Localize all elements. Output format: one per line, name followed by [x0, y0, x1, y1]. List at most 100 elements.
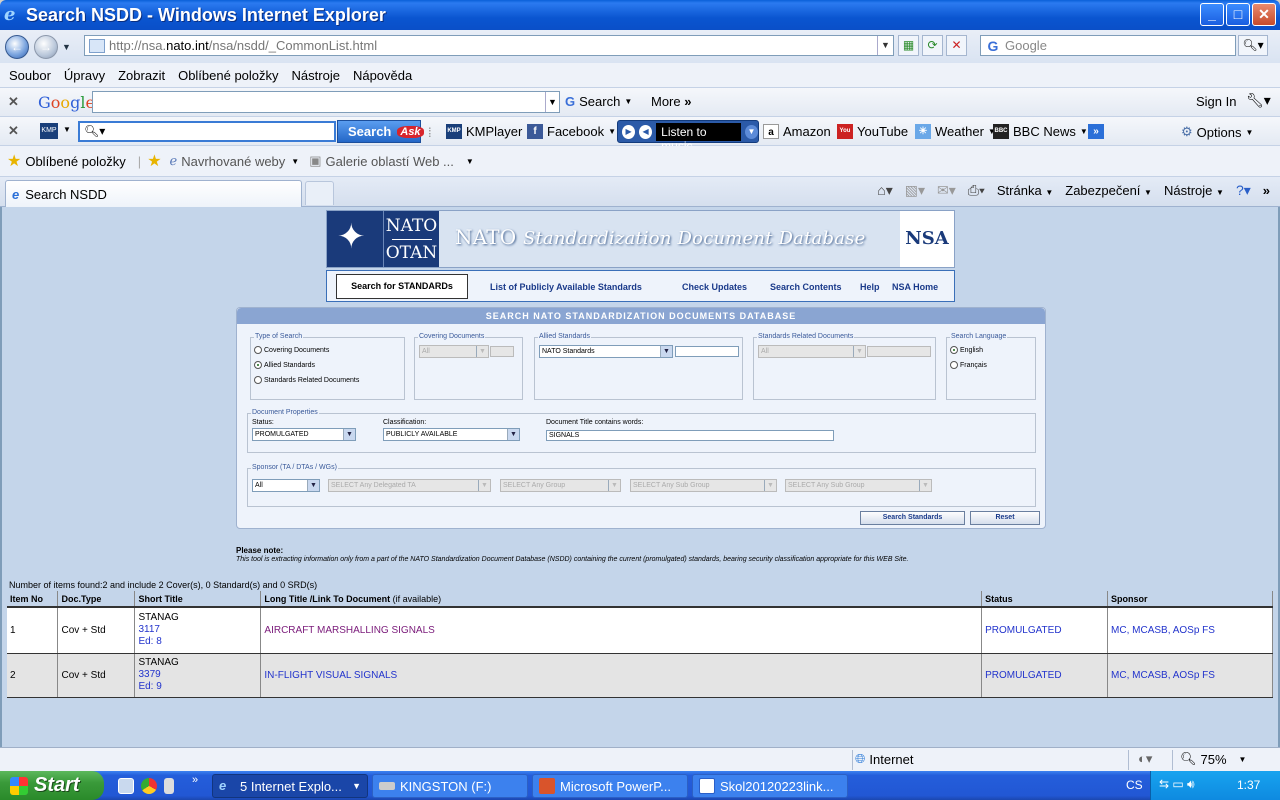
task-internet-explorer[interactable]: e5 Internet Explo... ▼ [212, 774, 368, 798]
chrome-icon[interactable] [141, 778, 157, 794]
home-icon[interactable]: ⌂▾ [877, 182, 892, 199]
nav-help[interactable]: Help [860, 282, 880, 292]
stanag-number-link[interactable]: 3379 [138, 669, 160, 680]
youtube-button[interactable]: You YouTube [837, 124, 908, 139]
search-go-button[interactable]: 🔍︎▾ [1238, 35, 1268, 56]
wrench-icon[interactable]: 🔧︎▾ [1246, 92, 1271, 109]
address-dropdown-icon[interactable]: ▼ [877, 36, 893, 55]
amazon-button[interactable]: a Amazon [763, 124, 831, 139]
rss-icon[interactable]: ▧▾ [905, 182, 925, 199]
compatibility-icon[interactable]: ▦ [898, 35, 919, 56]
mail-icon[interactable]: ✉▾ [937, 182, 956, 199]
document-title-input[interactable]: SIGNALS [546, 430, 834, 441]
protected-mode-icon[interactable]: ◐▾ [1138, 751, 1152, 767]
nav-check-updates[interactable]: Check Updates [682, 282, 747, 292]
radio-francais[interactable]: Français [950, 361, 987, 369]
stop-icon[interactable]: ✕ [946, 35, 967, 56]
suggested-dropdown-icon[interactable]: ▼ [291, 157, 299, 166]
kmplayer-button[interactable]: KMP KMPlayer [446, 124, 522, 139]
long-title-link[interactable]: IN-FLIGHT VISUAL SIGNALS [264, 670, 397, 681]
menu-view[interactable]: Zobrazit [118, 68, 165, 83]
delegated-ta-select[interactable]: SELECT Any Delegated TA ▼ [328, 479, 491, 492]
start-button[interactable]: Start [0, 771, 104, 800]
tray-icons[interactable]: ⇆ ▭ 🔊︎ [1159, 777, 1195, 792]
close-toolbar-icon[interactable]: ✕ [8, 123, 22, 139]
tools-menu[interactable]: Nástroje ▼ [1164, 183, 1224, 198]
nav-search-contents[interactable]: Search Contents [770, 282, 842, 292]
history-dropdown-icon[interactable]: ▼ [62, 42, 71, 52]
sponsor-link[interactable]: MC, MCASB, AOSp FS [1111, 670, 1215, 681]
sub-group-select-2[interactable]: SELECT Any Sub Group ▼ [785, 479, 932, 492]
edition-link[interactable]: Ed: 8 [138, 636, 161, 647]
suggested-sites-link[interactable]: Navrhované weby [181, 154, 285, 169]
google-dropdown-icon[interactable]: ▼ [545, 92, 559, 112]
status-select[interactable]: PROMULGATED ▼ [252, 428, 356, 441]
menu-file[interactable]: Soubor [9, 68, 51, 83]
address-bar[interactable]: http://nsa.nato.int/nsa/nsdd/_CommonList… [84, 35, 894, 56]
edition-link[interactable]: Ed: 9 [138, 681, 161, 692]
sign-in-link[interactable]: Sign In [1196, 94, 1236, 109]
google-more-button[interactable]: More » [651, 94, 691, 109]
nav-nsa-home[interactable]: NSA Home [892, 282, 938, 292]
zoom-control[interactable]: 🔍︎ 75% ▼ [1180, 751, 1246, 767]
print-icon[interactable]: ⎙▾ [968, 182, 985, 199]
close-button[interactable]: ✕ [1252, 3, 1276, 26]
google-search-input[interactable]: ▼ [92, 91, 560, 113]
ask-search-input[interactable]: 🔍︎▾ [78, 121, 336, 142]
music-dropdown-icon[interactable]: ▼ [744, 124, 758, 139]
more-commands-icon[interactable]: » [1263, 183, 1270, 198]
radio-standards-related[interactable]: Standards Related Documents [254, 376, 359, 384]
kmp-dropdown-icon[interactable]: ▼ [63, 125, 71, 134]
menu-favorites[interactable]: Oblíbené položky [178, 68, 278, 83]
forward-button[interactable]: → [34, 34, 58, 59]
web-slice-gallery-link[interactable]: Galerie oblastí Web ... [326, 154, 454, 169]
options-button[interactable]: ⚙ Options ▼ [1181, 124, 1253, 140]
google-search-button[interactable]: G Search ▼ [565, 94, 632, 109]
gallery-dropdown-icon[interactable]: ▼ [466, 157, 474, 166]
menu-edit[interactable]: Úpravy [64, 68, 105, 83]
task-word[interactable]: Skol20120223link... [692, 774, 848, 798]
language-indicator[interactable]: CS [1126, 778, 1143, 792]
nav-search-standards[interactable]: Search for STANDARDs [336, 274, 468, 299]
sponsor-link[interactable]: MC, MCASB, AOSp FS [1111, 625, 1215, 636]
volume-icon[interactable]: ◀ [639, 124, 653, 139]
tab-search-nsdd[interactable]: e Search NSDD [5, 180, 302, 207]
security-menu[interactable]: Zabezpečení ▼ [1065, 183, 1152, 198]
help-icon[interactable]: ?▾ [1236, 182, 1251, 199]
back-button[interactable]: ← [5, 34, 29, 59]
allied-standards-input[interactable] [675, 346, 739, 357]
menu-help[interactable]: Nápověda [353, 68, 412, 83]
sub-group-select-1[interactable]: SELECT Any Sub Group ▼ [630, 479, 777, 492]
long-title-link[interactable]: AIRCRAFT MARSHALLING SIGNALS [264, 625, 434, 636]
status-link[interactable]: PROMULGATED [985, 625, 1062, 636]
page-menu[interactable]: Stránka ▼ [997, 183, 1053, 198]
nav-public-standards[interactable]: List of Publicly Available Standards [490, 282, 642, 292]
weather-button[interactable]: ☀ Weather ▼ [915, 124, 996, 139]
play-icon[interactable]: ▶ [622, 124, 636, 139]
search-standards-button[interactable]: Search Standards [860, 511, 965, 525]
related-documents-select[interactable]: All ▼ [758, 345, 866, 358]
refresh-icon[interactable]: ⟳ [922, 35, 943, 56]
covering-documents-select[interactable]: All ▼ [419, 345, 489, 358]
radio-allied-standards[interactable]: Allied Standards [254, 361, 315, 369]
status-link[interactable]: PROMULGATED [985, 670, 1062, 681]
reset-button[interactable]: Reset [970, 511, 1040, 525]
ask-search-button[interactable]: Search Ask [337, 120, 424, 143]
phone-icon[interactable] [164, 778, 174, 794]
kmp-icon[interactable]: KMP [40, 123, 58, 139]
allied-standards-select[interactable]: NATO Standards ▼ [539, 345, 673, 358]
group-select[interactable]: SELECT Any Group ▼ [500, 479, 621, 492]
task-powerpoint[interactable]: Microsoft PowerP... [532, 774, 688, 798]
minimize-button[interactable]: _ [1200, 3, 1224, 26]
search-box[interactable]: G Google [980, 35, 1236, 56]
classification-select[interactable]: PUBLICLY AVAILABLE ▼ [383, 428, 520, 441]
radio-covering-documents[interactable]: Covering Documents [254, 346, 329, 354]
add-favorite-icon[interactable]: ★ [147, 151, 161, 171]
new-tab-button[interactable] [305, 181, 334, 205]
related-documents-input[interactable] [867, 346, 931, 357]
toolbar-more-button[interactable]: » [1088, 124, 1104, 139]
music-player[interactable]: ▶ ◀ Listen to music ▼ [617, 120, 759, 153]
radio-english[interactable]: English [950, 346, 983, 354]
task-kingston[interactable]: KINGSTON (F:) [372, 774, 528, 798]
facebook-button[interactable]: f Facebook ▼ [527, 124, 616, 139]
